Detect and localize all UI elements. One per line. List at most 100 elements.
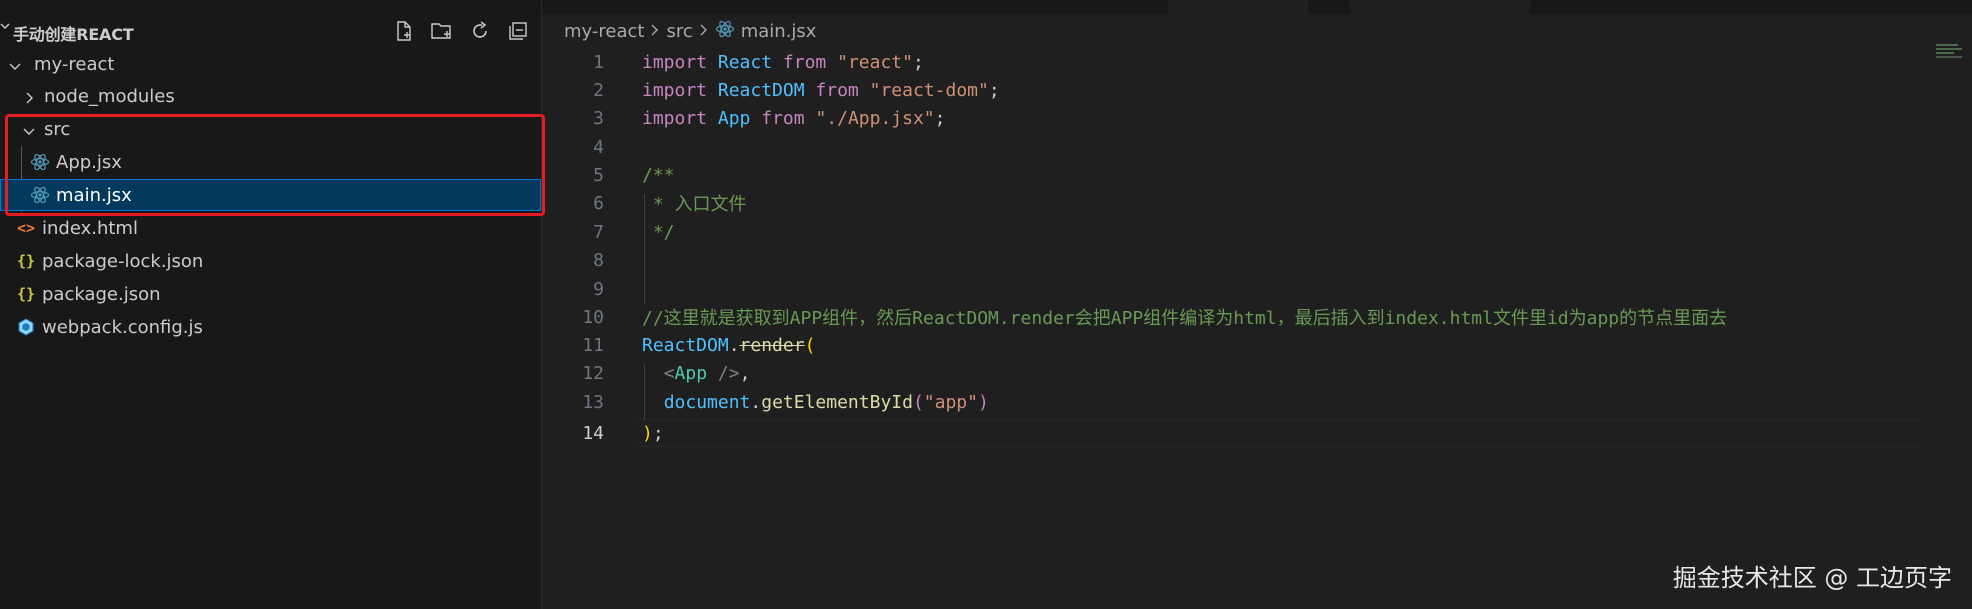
tree-item-node-modules[interactable]: node_modules [0,80,541,112]
token: ; [934,107,946,129]
token: "react" [837,51,913,73]
code-line: 2 import ReactDOM from "react-dom"; [542,76,1922,104]
token: ) [642,422,653,444]
json-icon: {} [16,252,36,270]
collapse-all-icon[interactable] [505,18,531,44]
token: ; [652,422,664,444]
new-file-icon[interactable] [391,18,417,44]
token: App [674,362,708,384]
tree-item-main-jsx[interactable]: main.jsx [0,179,541,211]
token: import [642,79,708,101]
token: ; [912,51,924,73]
webpack-icon [16,317,36,337]
workspace-title[interactable]: 手动创建REACT [13,21,134,45]
tree-item-src[interactable]: src [0,113,541,145]
token: React [717,51,773,73]
token: "app" [923,391,978,413]
tree-item-label: App.jsx [56,151,122,173]
tree-item-label: main.jsx [56,184,132,206]
code-line: 3 import App from "./App.jsx"; [542,104,1922,132]
token: ReactDOM [642,334,729,356]
tree-item-webpack-config[interactable]: webpack.config.js [0,311,541,343]
token: . [728,334,740,356]
chevron-down-icon [22,122,36,136]
line-number: 9 [593,278,604,300]
line-number: 4 [593,136,604,158]
token: ReactDOM [717,79,805,101]
code-line: 4 [542,133,1922,161]
code-line: 5 /** [542,161,1922,189]
token: from [761,107,805,129]
chevron-right-icon [22,89,36,104]
token: , [739,362,751,384]
token: App [717,107,751,129]
token: from [782,51,827,73]
explorer-sidebar: 手动创建REACT my-react node_modules src App.… [0,0,545,609]
token: ; [988,79,1000,101]
token: import [642,51,708,73]
code-line: 1 import React from "react"; [542,48,1922,76]
token: "./App.jsx" [815,107,935,129]
line-number: 13 [582,391,604,413]
token: < [663,362,675,384]
token: "react-dom" [869,79,989,101]
line-number: 5 [593,164,604,186]
line-number: 1 [593,51,604,73]
react-icon [715,19,735,44]
tree-item-label: index.html [42,217,138,239]
editor-tab[interactable] [1168,0,1308,14]
code-editor[interactable]: 1 import React from "react"; 2 import Re… [542,48,1922,568]
code-line: 13 document.getElementById("app") [542,388,1922,416]
code-line: 9 [542,275,1922,303]
code-line: 12 <App />, [542,359,1922,387]
comment: //这里就是获取到APP组件，然后ReactDOM.render会把APP组件编… [642,308,1728,329]
react-icon [30,152,50,172]
editor-tab[interactable] [1350,0,1530,14]
breadcrumb-file[interactable]: main.jsx [741,21,817,42]
code-line: 11 ReactDOM.render( [542,331,1922,359]
token: ) [977,391,989,413]
tree-item-label: src [44,118,71,140]
line-number: 2 [593,79,604,101]
token: /> [707,362,740,384]
token: ( [804,334,816,356]
json-icon: {} [16,285,36,303]
code-line: 10 //这里就是获取到APP组件，然后ReactDOM.render会把APP… [542,303,1922,331]
token: ( [912,391,924,413]
token: import [642,107,708,129]
comment: /** [642,164,675,186]
tree-item-app-jsx[interactable]: App.jsx [0,146,541,178]
token: getElementById [761,391,913,413]
tree-item-index-html[interactable]: <> index.html [0,212,541,244]
react-icon [30,185,50,205]
chevron-down-icon [8,57,22,71]
line-number: 6 [593,192,604,214]
tree-item-my-react[interactable]: my-react [0,48,541,80]
chevron-down-icon[interactable] [0,19,10,35]
minimap[interactable] [1936,44,1966,74]
line-number: 7 [593,221,604,243]
comment: */ [642,221,675,243]
comment: * 入口文件 [642,194,747,215]
line-number: 11 [582,334,604,356]
refresh-icon[interactable] [467,18,493,44]
tree-item-label: my-react [34,53,115,75]
tree-item-label: node_modules [44,85,175,107]
code-line: 7 */ [542,218,1922,246]
breadcrumb-item[interactable]: src [666,21,692,42]
breadcrumb-item[interactable]: my-react [564,21,644,42]
explorer-header: 手动创建REACT [0,14,541,48]
new-folder-icon[interactable] [429,18,455,44]
token: render [739,334,805,356]
token: . [750,391,762,413]
tree-item-label: webpack.config.js [42,316,203,338]
code-line: 8 [542,246,1922,274]
line-number: 3 [593,107,604,129]
tree-item-package-lock-json[interactable]: {} package-lock.json [0,245,541,277]
html-icon: <> [16,219,36,237]
chevron-right-icon [699,22,709,41]
tree-item-package-json[interactable]: {} package.json [0,278,541,310]
tree-item-label: package.json [42,283,161,305]
line-number: 8 [593,249,604,271]
token: document [663,391,751,413]
